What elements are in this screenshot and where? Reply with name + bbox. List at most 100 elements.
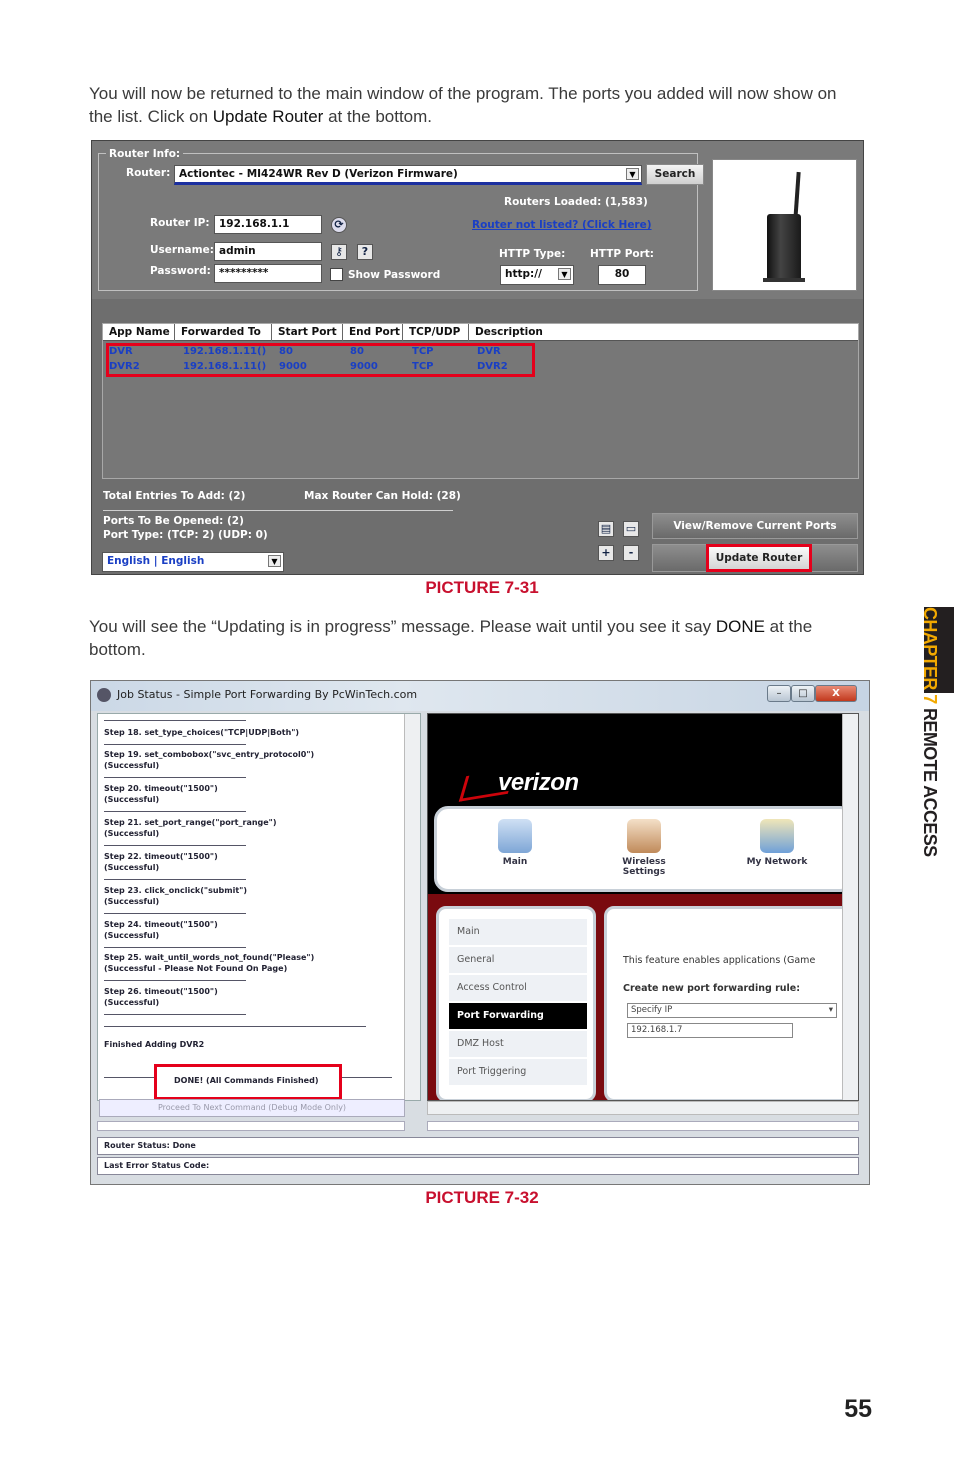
maximize-button[interactable]: □ [791,685,815,702]
caption-7-32: PICTURE 7-32 [425,1188,539,1207]
log-divider [104,913,246,914]
main-icon [498,819,532,853]
finished-line: Finished Adding DVR2 [104,1040,205,1049]
network-icon [760,819,794,853]
ports-opened: Ports To Be Opened: (2) [103,515,244,527]
password-field[interactable]: ********* [214,264,322,283]
log-divider [104,744,246,745]
specify-ip-value: Specify IP [631,1005,673,1015]
col-app-name[interactable]: App Name [103,324,175,341]
nav-my-network-label: My Network [746,857,808,867]
verizon-logo: verizon [498,769,579,796]
feature-description: This feature enables applications (Game [623,955,816,966]
search-button[interactable]: Search [646,164,704,185]
router-not-listed-link[interactable]: Router not listed? (Click Here) [472,219,652,231]
close-button[interactable]: X [815,685,857,702]
picture-7-32: Job Status - Simple Port Forwarding By P… [90,680,870,1185]
menu-item-dmz-host[interactable]: DMZ Host [449,1031,587,1057]
middle-bold: DONE [715,617,765,636]
wireless-icon [627,819,661,853]
log-line: (Successful) [104,761,160,770]
router-ip-label: Router IP: [150,217,210,229]
log-line: (Successful) [104,897,160,906]
http-type-select[interactable]: http:// ▼ [500,265,574,285]
side-menu: Main General Access Control Port Forward… [436,906,596,1100]
key-icon[interactable]: ⚷ [331,244,347,260]
nav-wireless-label: Wireless Settings [622,857,666,877]
menu-item-port-forwarding[interactable]: Port Forwarding [449,1003,587,1029]
col-end-port[interactable]: End Port [343,324,403,341]
nav-wireless[interactable]: Wireless Settings [607,819,681,877]
ip-address-field[interactable]: 192.168.1.7 [627,1023,793,1038]
open-folder-icon[interactable]: ▭ [623,521,639,537]
browser-scrollbar[interactable] [842,714,858,1100]
log-divider [104,1026,366,1027]
nav-main[interactable]: Main [475,819,555,867]
language-select[interactable]: English | English ▼ [102,552,284,572]
remove-icon[interactable]: - [623,545,639,561]
total-entries: Total Entries To Add: (2) [103,490,246,502]
router-info-label: Router Info: [106,148,184,160]
menu-item-general[interactable]: General [449,947,587,973]
window-titlebar[interactable]: Job Status - Simple Port Forwarding By P… [91,681,869,711]
intro-text: You will now be returned to the main win… [89,84,837,126]
username-field[interactable]: admin [214,242,322,261]
log-divider [104,1077,154,1078]
router-select-value: Actiontec - MI424WR Rev D (Verizon Firmw… [179,168,458,180]
nav-main-label: Main [502,857,528,867]
nav-my-network[interactable]: My Network [737,819,817,867]
refresh-icon[interactable]: ⟳ [331,217,347,233]
intro-bold: Update Router [212,107,324,126]
log-divider [104,980,246,981]
log-line: (Successful - Please Not Found On Page) [104,964,288,973]
log-line: (Successful) [104,998,160,1007]
http-port-label: HTTP Port: [590,248,655,260]
router-select[interactable]: Actiontec - MI424WR Rev D (Verizon Firmw… [174,165,642,185]
add-icon[interactable]: + [598,545,614,561]
show-password-label: Show Password [348,269,441,281]
http-type-value: http:// [505,268,542,280]
language-value: English | English [107,555,205,567]
show-password-checkbox[interactable] [330,268,343,281]
verizon-nav-panel: Main Wireless Settings My Network [434,806,854,892]
middle-text: You will see the “Updating is in progres… [89,617,716,636]
http-port-field[interactable]: 80 [598,265,646,285]
menu-item-access-control[interactable]: Access Control [449,975,587,1001]
chevron-down-icon: ▼ [268,555,281,567]
username-label: Username: [150,244,214,256]
view-remove-ports-button[interactable]: View/Remove Current Ports [652,513,858,539]
log-scrollbar[interactable] [404,714,420,1100]
col-description[interactable]: Description [469,324,858,341]
menu-item-port-triggering[interactable]: Port Triggering [449,1059,587,1085]
col-tcp-udp[interactable]: TCP/UDP [403,324,469,341]
antenna-icon [793,171,801,221]
browser-hscrollbar[interactable] [427,1101,859,1115]
log-line: Step 25. wait_until_words_not_found("Ple… [104,953,315,962]
col-forwarded-to[interactable]: Forwarded To [175,324,272,341]
log-divider [104,720,246,721]
log-divider [342,1077,392,1078]
specify-ip-select[interactable]: Specify IP ▾ [627,1003,837,1018]
log-line: Step 21. set_port_range("port_range") [104,818,277,827]
log-line: Step 24. timeout("1500") [104,920,218,929]
proceed-button[interactable]: Proceed To Next Command (Debug Mode Only… [99,1099,405,1117]
chapter-label: CHAPTER 7 [920,607,940,704]
max-router-hold: Max Router Can Hold: (28) [304,490,461,502]
router-image [712,159,857,291]
chevron-down-icon: ▼ [626,168,639,180]
minimize-button[interactable]: – [767,685,791,702]
save-icon[interactable]: ▤ [598,521,614,537]
intro-text-end: at the bottom. [323,107,433,126]
router-label: Router: [126,167,171,179]
router-ip-field[interactable]: 192.168.1.1 [214,215,322,234]
menu-item-main[interactable]: Main [449,919,587,945]
col-start-port[interactable]: Start Port [272,324,343,341]
chapter-side-text: CHAPTER 7 REMOTE ACCESS [918,607,942,857]
progress-bar [97,1121,405,1131]
log-divider [104,845,246,846]
help-icon[interactable]: ? [357,244,373,260]
done-line: DONE! (All Commands Finished) [174,1076,319,1085]
page-number: 55 [844,1395,872,1423]
update-router-button[interactable]: Update Router [706,544,812,572]
log-divider [104,1014,246,1015]
